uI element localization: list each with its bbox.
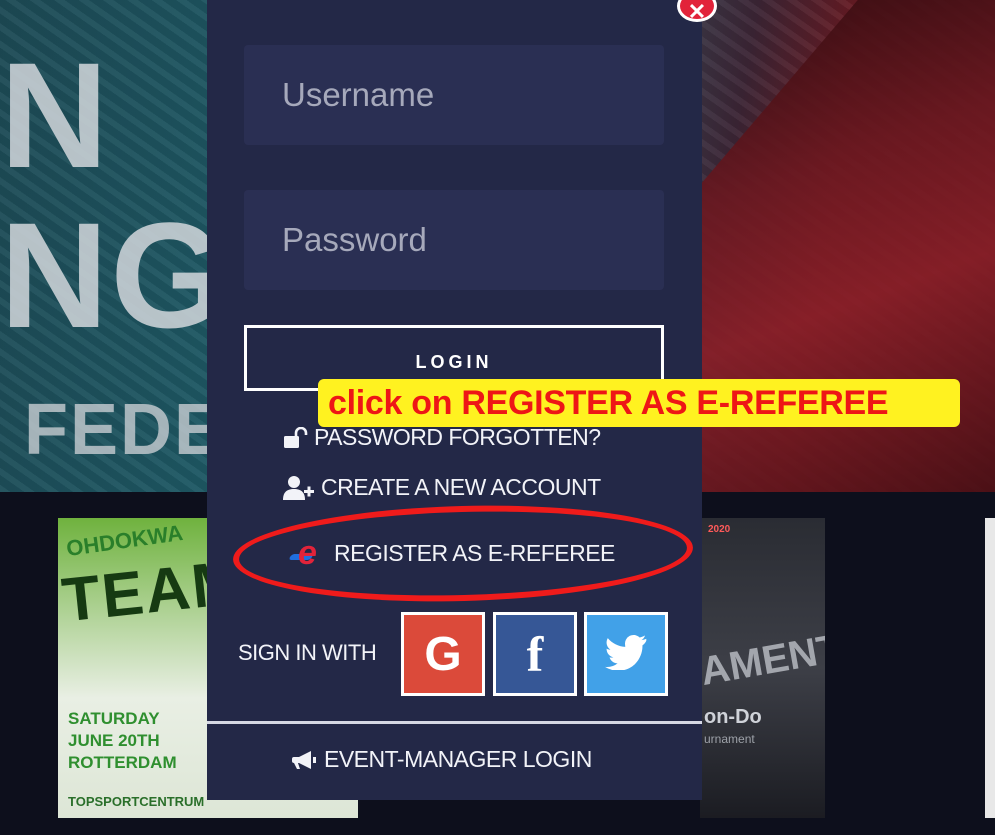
twitter-bird-icon — [605, 634, 647, 675]
google-icon: G — [424, 627, 462, 681]
card-footer: TOPSPORTCENTRUM — [68, 794, 205, 809]
instruction-callout: click on REGISTER AS E-REFEREE — [318, 379, 960, 427]
password-input[interactable] — [244, 190, 664, 290]
card-headline: AMENT — [700, 625, 825, 695]
card-info-city: ROTTERDAM — [68, 753, 177, 772]
google-signin-button[interactable]: G — [401, 612, 485, 696]
facebook-icon: f — [526, 626, 544, 682]
card-year: 2020 — [708, 524, 731, 535]
facebook-signin-button[interactable]: f — [493, 612, 577, 696]
event-card-edge — [985, 518, 995, 818]
hero-letters-line-1: N — [0, 31, 111, 199]
event-card-tournament[interactable]: 2020 AMENT on-Do urnament — [700, 518, 825, 818]
password-forgotten-link[interactable]: PASSWORD FORGOTTEN? — [282, 424, 601, 451]
megaphone-icon — [292, 749, 318, 771]
modal-divider — [207, 721, 702, 724]
event-manager-label: EVENT-MANAGER LOGIN — [324, 746, 592, 772]
create-account-label: CREATE A NEW ACCOUNT — [321, 474, 601, 500]
card-info-date: JUNE 20TH — [68, 731, 160, 750]
add-user-icon — [283, 475, 315, 501]
twitter-signin-button[interactable] — [584, 612, 668, 696]
card-caption: urnament — [704, 732, 755, 746]
sign-in-with-label: SIGN IN WITH — [238, 640, 377, 665]
unlock-icon — [282, 426, 308, 449]
card-info-day: SATURDAY — [68, 709, 160, 728]
event-manager-login-link[interactable]: EVENT-MANAGER LOGIN — [292, 746, 592, 773]
hero-letters-line-3: FEDE — [24, 390, 225, 470]
card-subtitle: on-Do — [704, 706, 762, 728]
password-forgotten-label: PASSWORD FORGOTTEN? — [314, 424, 601, 450]
card-info: SATURDAY JUNE 20TH ROTTERDAM — [68, 708, 177, 774]
username-input[interactable] — [244, 45, 664, 145]
hero-letters-line-2: NG — [0, 191, 229, 359]
create-account-link[interactable]: CREATE A NEW ACCOUNT — [283, 474, 601, 501]
